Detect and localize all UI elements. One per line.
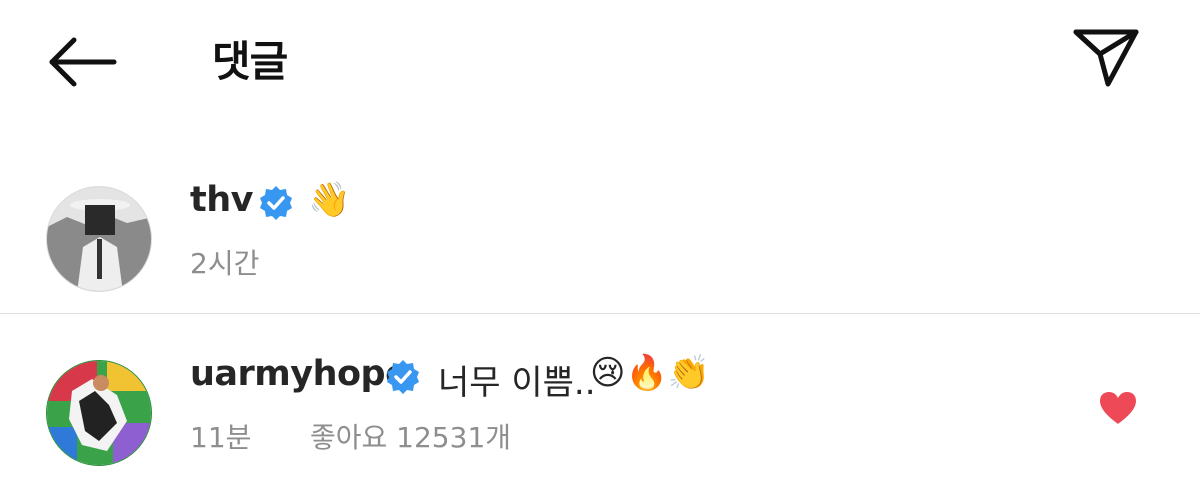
paper-plane-icon — [1073, 29, 1139, 87]
caption-username[interactable]: thv — [190, 180, 253, 220]
verified-badge-icon — [387, 360, 419, 394]
caption-emoji: 👋 — [308, 180, 351, 220]
comment-text: 너무 이쁨.. — [438, 363, 596, 403]
verified-badge-icon — [260, 186, 292, 220]
page-title: 댓글 — [212, 37, 288, 86]
comment-emojis: 😢🔥👏 — [590, 353, 711, 393]
comments-screen: 댓글 thv 👋 2시간 uarmyhope 너무 이쁨.. 😢🔥👏 11분 좋… — [0, 0, 1200, 501]
divider — [0, 313, 1200, 314]
comment-likes-count[interactable]: 좋아요 12531개 — [310, 416, 511, 456]
header: 댓글 — [0, 0, 1200, 125]
arrow-left-icon — [49, 37, 117, 87]
caption-timestamp: 2시간 — [190, 247, 260, 280]
share-button[interactable] — [1070, 26, 1142, 90]
comment-timestamp: 11분 — [190, 421, 252, 454]
back-button[interactable] — [44, 34, 120, 90]
comment-username[interactable]: uarmyhope — [190, 354, 409, 394]
heart-icon[interactable] — [1098, 390, 1138, 426]
avatar[interactable] — [46, 186, 152, 292]
avatar[interactable] — [46, 360, 152, 466]
